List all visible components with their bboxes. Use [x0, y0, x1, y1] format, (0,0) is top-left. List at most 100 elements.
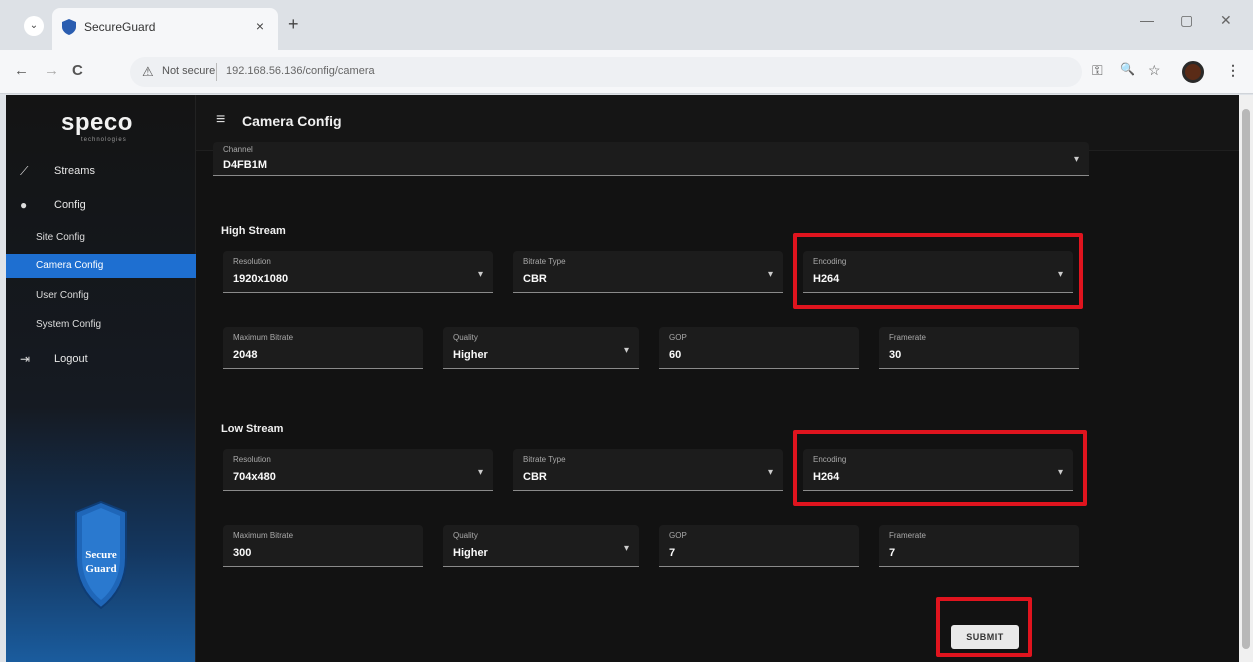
hamburger-menu-icon[interactable]: ≡ — [216, 111, 225, 129]
field-label: Quality — [453, 531, 478, 540]
field-value: 2048 — [233, 349, 258, 361]
tab-title: SecureGuard — [84, 20, 156, 34]
tab-close-icon[interactable]: × — [256, 18, 264, 34]
field-value: 7 — [889, 547, 896, 559]
badge-text-line2: Guard — [85, 563, 116, 575]
bookmark-star-icon[interactable]: ☆ — [1148, 62, 1161, 79]
speco-logo: speco — [61, 109, 133, 136]
scrollbar-thumb[interactable] — [1242, 109, 1250, 649]
sidebar-item-logout[interactable]: ⇥ Logout — [6, 347, 196, 373]
sidebar-subitem-label: Site Config — [36, 232, 85, 243]
url-text[interactable]: 192.168.56.136/config/camera — [226, 65, 375, 77]
chevron-down-icon: ▾ — [1073, 154, 1079, 165]
chevron-down-icon: ▾ — [623, 345, 629, 356]
logo-tagline: technologies — [81, 137, 127, 143]
low-max-bitrate-input[interactable]: Maximum Bitrate 300 — [223, 525, 423, 567]
low-stream-title: Low Stream — [221, 423, 284, 435]
field-label: Maximum Bitrate — [233, 531, 294, 540]
field-value: 1920x1080 — [233, 273, 289, 285]
field-value: CBR — [523, 273, 547, 285]
chevron-down-icon: ▾ — [767, 467, 773, 478]
close-window-icon[interactable]: ✕ — [1220, 12, 1232, 29]
field-value: 60 — [669, 349, 682, 361]
reload-icon[interactable]: C — [72, 62, 83, 79]
logout-icon: ⇥ — [20, 352, 31, 366]
field-value: 30 — [889, 349, 902, 361]
field-label: Channel — [223, 145, 253, 154]
high-resolution-select[interactable]: Resolution 1920x1080 ▾ — [223, 251, 493, 293]
high-bitrate-type-select[interactable]: Bitrate Type CBR ▾ — [513, 251, 783, 293]
low-bitrate-type-select[interactable]: Bitrate Type CBR ▾ — [513, 449, 783, 491]
submit-highlight — [936, 597, 1032, 657]
tab-search-icon[interactable]: ⌄ — [24, 16, 44, 36]
secureguard-shield-logo: Secure Guard — [75, 500, 127, 610]
sidebar-subitem-label: System Config — [36, 319, 102, 330]
field-value: 300 — [233, 547, 252, 559]
field-value: Higher — [453, 547, 488, 559]
key-icon[interactable]: ⚿ — [1092, 62, 1103, 79]
field-label: Bitrate Type — [523, 257, 566, 266]
field-label: Resolution — [233, 257, 271, 266]
low-encoding-highlight — [793, 430, 1087, 506]
high-encoding-highlight — [793, 233, 1083, 309]
minimize-icon[interactable]: — — [1140, 12, 1154, 28]
browser-tab[interactable]: SecureGuard × — [52, 8, 278, 50]
sidebar: speco technologies ⟋ Streams ● Config Si… — [6, 95, 196, 662]
field-label: Framerate — [889, 333, 926, 342]
not-secure-label[interactable]: Not secure — [162, 65, 215, 77]
sidebar-item-label: Streams — [54, 165, 95, 177]
sidebar-item-system-config[interactable]: System Config — [6, 313, 196, 337]
field-value: 7 — [669, 547, 676, 559]
profile-avatar[interactable] — [1182, 61, 1204, 83]
shield-favicon-icon — [62, 19, 76, 35]
high-stream-title: High Stream — [221, 225, 286, 237]
sidebar-item-streams[interactable]: ⟋ Streams — [6, 159, 196, 185]
high-max-bitrate-input[interactable]: Maximum Bitrate 2048 — [223, 327, 423, 369]
back-icon[interactable]: ← — [14, 62, 29, 79]
new-tab-button[interactable]: + — [288, 14, 299, 35]
sidebar-item-config[interactable]: ● Config — [6, 193, 196, 219]
field-label: GOP — [669, 333, 687, 342]
omnibox-divider — [216, 63, 217, 81]
sidebar-item-user-config[interactable]: User Config — [6, 284, 196, 308]
browser-menu-icon[interactable]: ⋮ — [1226, 62, 1240, 79]
field-value: D4FB1M — [223, 159, 268, 171]
field-value: Higher — [453, 349, 488, 361]
field-label: GOP — [669, 531, 687, 540]
chevron-down-icon: ▾ — [767, 269, 773, 280]
chevron-down-icon: ▾ — [623, 543, 629, 554]
low-resolution-select[interactable]: Resolution 704x480 ▾ — [223, 449, 493, 491]
field-label: Bitrate Type — [523, 455, 566, 464]
low-quality-select[interactable]: Quality Higher ▾ — [443, 525, 639, 567]
zoom-icon[interactable]: 🔍 — [1120, 62, 1135, 76]
sidebar-item-label: Config — [54, 199, 86, 211]
low-gop-input[interactable]: GOP 7 — [659, 525, 859, 567]
browser-window: ⌄ SecureGuard × + — ▢ ✕ ← → C ⚠ Not secu… — [0, 0, 1253, 662]
sidebar-item-label: Logout — [54, 353, 88, 365]
scrollbar[interactable] — [1239, 95, 1253, 662]
web-page: speco technologies ⟋ Streams ● Config Si… — [6, 95, 1253, 662]
sidebar-item-camera-config[interactable]: Camera Config — [6, 254, 196, 278]
sidebar-subitem-label: Camera Config — [36, 260, 104, 271]
main-content: ≡ Camera Config Channel D4FB1M ▾ High St… — [196, 95, 1239, 662]
channel-select[interactable]: Channel D4FB1M ▾ — [213, 142, 1089, 176]
high-gop-input[interactable]: GOP 60 — [659, 327, 859, 369]
high-framerate-input[interactable]: Framerate 30 — [879, 327, 1079, 369]
field-label: Resolution — [233, 455, 271, 464]
field-value: 704x480 — [233, 471, 276, 483]
page-title: Camera Config — [242, 113, 342, 129]
address-bar[interactable]: ⚠ Not secure 192.168.56.136/config/camer… — [130, 57, 1082, 87]
maximize-icon[interactable]: ▢ — [1180, 12, 1193, 29]
sidebar-item-site-config[interactable]: Site Config — [6, 226, 196, 250]
gear-icon: ● — [20, 198, 28, 212]
forward-icon[interactable]: → — [44, 62, 59, 79]
warning-icon[interactable]: ⚠ — [142, 64, 154, 80]
badge-text-line1: Secure — [85, 549, 117, 561]
sidebar-subitem-label: User Config — [36, 290, 89, 301]
low-framerate-input[interactable]: Framerate 7 — [879, 525, 1079, 567]
field-value: CBR — [523, 471, 547, 483]
tab-strip: ⌄ SecureGuard × + — ▢ ✕ — [0, 0, 1253, 50]
chart-icon: ⟋ — [20, 164, 29, 178]
field-label: Maximum Bitrate — [233, 333, 294, 342]
high-quality-select[interactable]: Quality Higher ▾ — [443, 327, 639, 369]
